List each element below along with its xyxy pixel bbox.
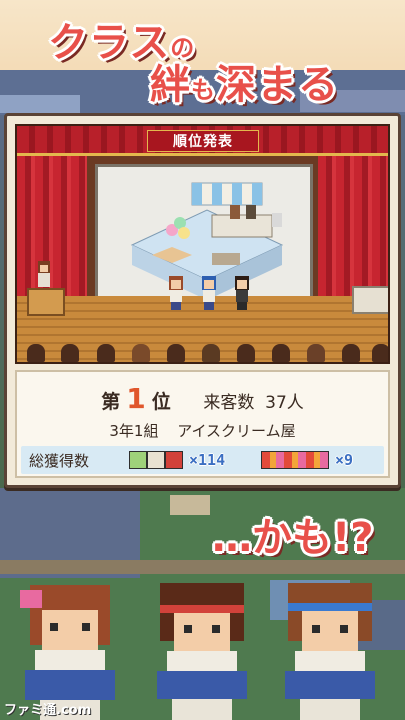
tool-items-icon [129, 451, 147, 469]
ranking-announcement-banner: 順位発表 [147, 130, 259, 152]
rank-number: 1 [126, 382, 146, 415]
catchphrase-line2: 絆も深まる [150, 52, 339, 110]
right-podium [352, 286, 388, 314]
shop-name: アイスクリーム屋 [177, 422, 296, 440]
class-name: 3年1組 [109, 422, 159, 440]
student-character-1 [167, 276, 185, 314]
audience-row [17, 340, 388, 362]
rank-suffix: 位 [151, 391, 171, 413]
visitors-count: 来客数 37人 [203, 393, 304, 413]
rank-prefix: 第 [101, 391, 121, 413]
large-character-right [270, 575, 390, 720]
total-acquired-label: 総獲得数 [29, 452, 90, 470]
total-acquired-row: 総獲得数 ×114 ×9 [21, 446, 384, 474]
famitsu-watermark: ファミ通.com [4, 703, 92, 718]
student-character-3 [233, 276, 251, 314]
large-character-center [142, 575, 262, 720]
rank-row: 第1位 来客数 37人 [17, 382, 388, 415]
announcer-character [35, 261, 53, 299]
bouquet-icon [261, 451, 329, 469]
theater-stage: 順位発表 [15, 124, 390, 364]
bouquet-multiplier: ×9 [335, 451, 354, 469]
flask-icon [147, 451, 165, 469]
ranking-result-panel: 第1位 来客数 37人 3年1組 アイスクリーム屋 総獲得数 ×114 ×9 [15, 370, 390, 478]
catchphrase-maybe: …かも!? [212, 515, 374, 561]
student-character-2 [200, 276, 218, 314]
catchphrase-line3: …かも!? [212, 505, 373, 563]
red-box-icon [165, 451, 183, 469]
tool-items-multiplier: ×114 [189, 451, 226, 469]
catchphrase-deepen: 深まる [216, 62, 339, 108]
catchphrase-bond: 絆 [150, 62, 191, 108]
catchphrase-particle-mo: も [191, 76, 216, 104]
game-window: 順位発表 第 1 位 来客数 37人 3年1組 アイスクリーム屋 総獲得数 ×1… [4, 113, 401, 488]
class-shop-row: 3年1組 アイスクリーム屋 [17, 420, 388, 441]
